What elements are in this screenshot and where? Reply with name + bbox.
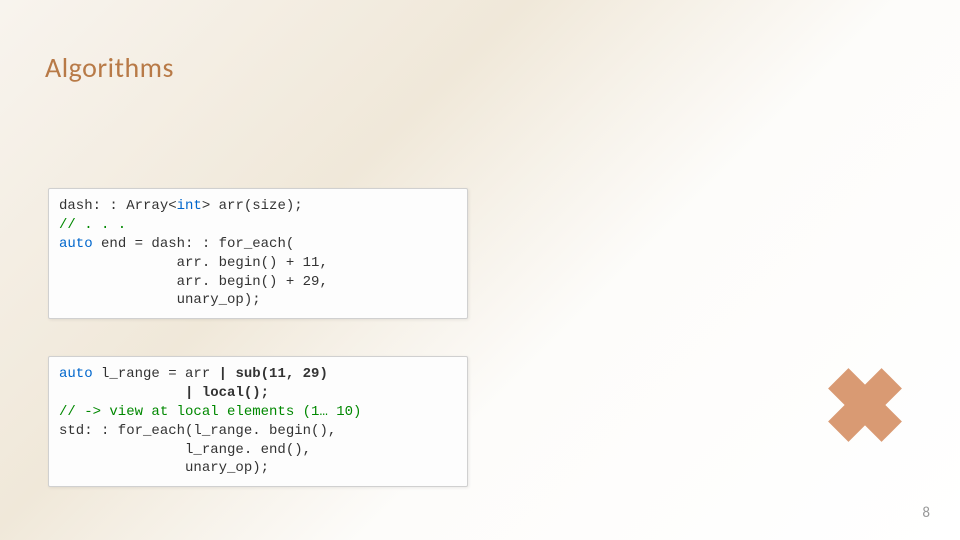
code-text: arr. begin() + 11, [59, 255, 328, 271]
code-text: std: : for_each(l_range. begin(), [59, 423, 336, 439]
code-text: > arr(size); [202, 198, 303, 214]
keyword-auto: auto [59, 236, 93, 252]
comment: // -> view at local elements (1… 10) [59, 404, 361, 420]
keyword-int: int [177, 198, 202, 214]
view-expr: | sub(11, 29) [219, 366, 328, 382]
page-number: 8 [922, 504, 930, 522]
comment: // . . . [59, 217, 126, 233]
code-text: end = dash: : for_each( [93, 236, 295, 252]
slide: Algorithms dash: : Array<int> arr(size);… [0, 0, 960, 540]
code-block-2: auto l_range = arr | sub(11, 29) | local… [48, 356, 468, 487]
code-text: dash: : Array< [59, 198, 177, 214]
code-text: unary_op); [59, 292, 261, 308]
code-text [59, 385, 185, 401]
code-text: unary_op); [59, 460, 269, 476]
view-expr: | local(); [185, 385, 269, 401]
code-text: l_range = arr [93, 366, 219, 382]
x-mark-icon [820, 360, 910, 450]
page-title: Algorithms [45, 50, 174, 85]
code-text: arr. begin() + 29, [59, 274, 328, 290]
code-block-1: dash: : Array<int> arr(size); // . . . a… [48, 188, 468, 319]
keyword-auto: auto [59, 366, 93, 382]
code-text: l_range. end(), [59, 442, 311, 458]
